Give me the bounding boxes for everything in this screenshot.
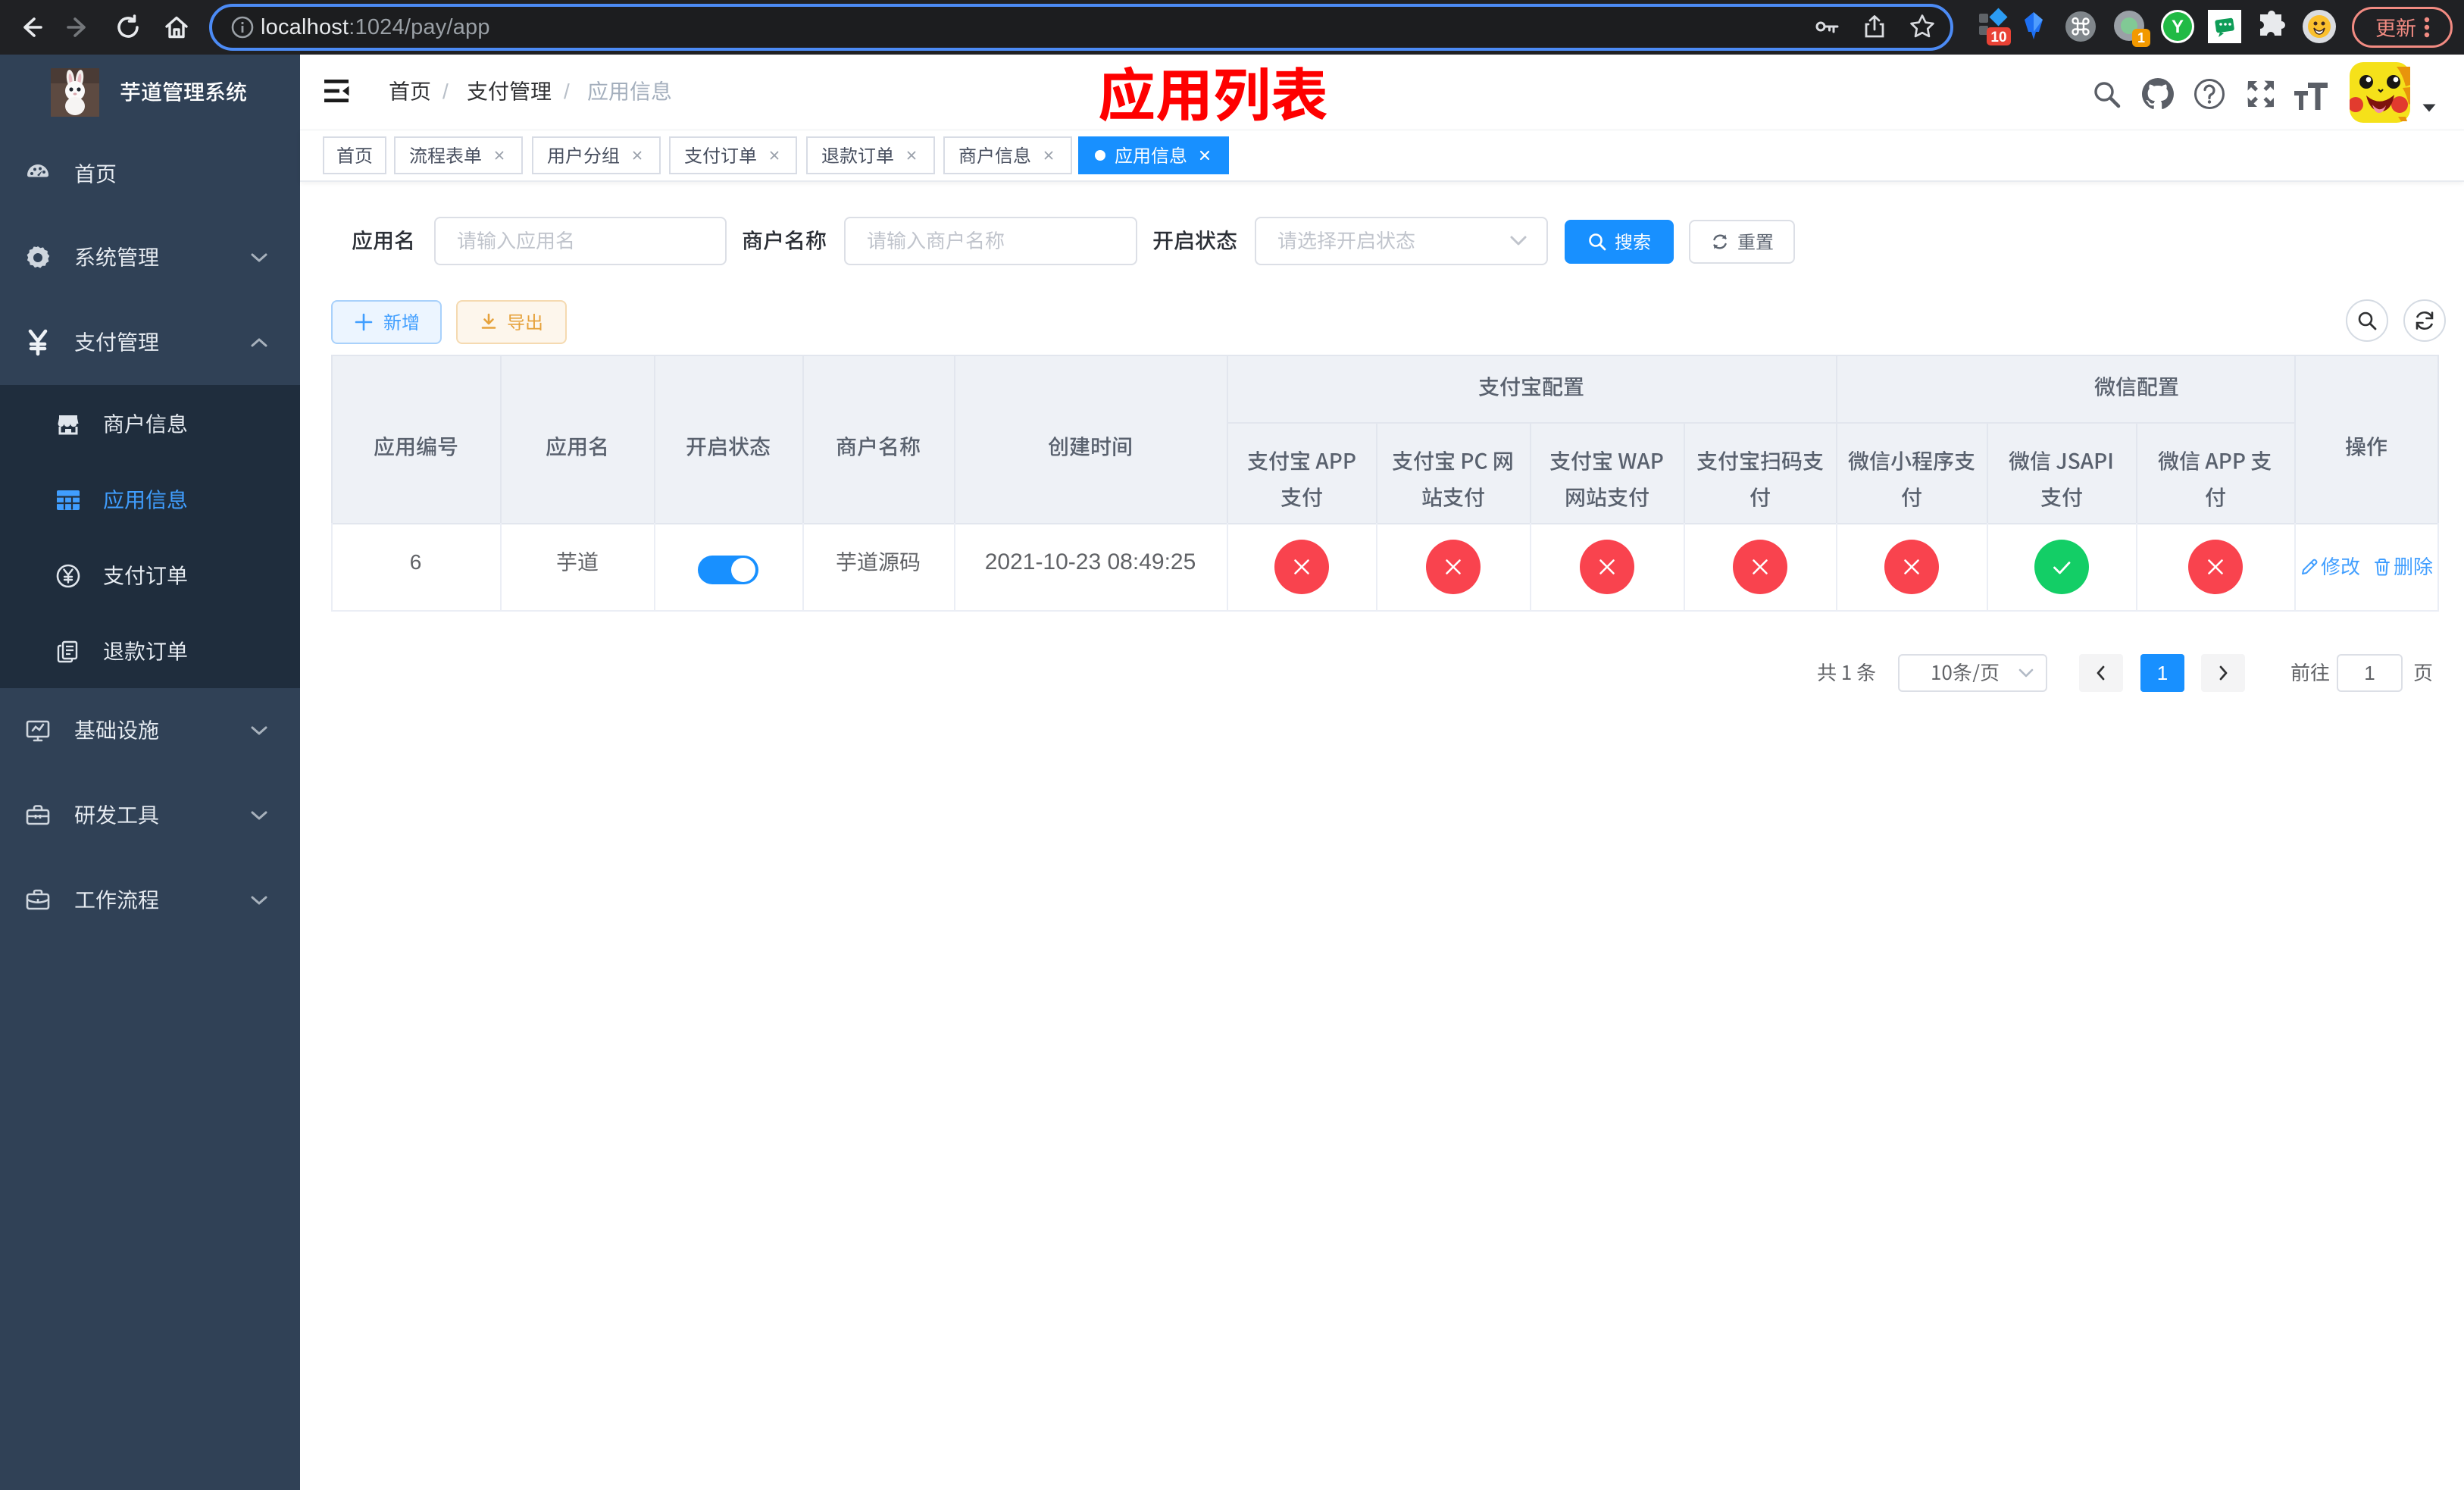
svg-text:Y: Y xyxy=(2172,17,2184,37)
svg-text:10: 10 xyxy=(1990,30,2006,45)
svg-text:1: 1 xyxy=(2137,30,2145,45)
